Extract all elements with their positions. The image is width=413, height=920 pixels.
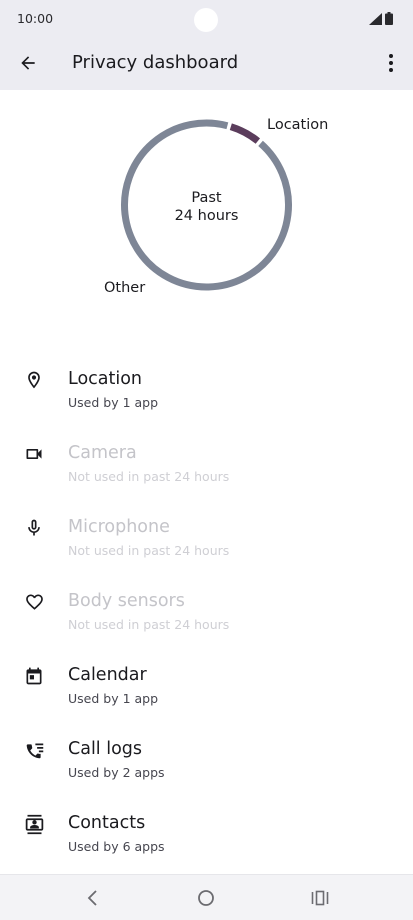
- more-options-button[interactable]: [379, 49, 403, 77]
- nav-back-icon: [87, 890, 97, 906]
- system-nav-bar: [0, 874, 413, 920]
- heart-icon: [22, 590, 46, 614]
- permission-label: Calendar: [68, 665, 147, 685]
- permission-subtitle: Not used in past 24 hours: [68, 469, 230, 484]
- nav-home-icon: [198, 890, 214, 906]
- permission-item-calendar[interactable]: Calendar Used by 1 app: [0, 640, 413, 714]
- permission-item-call-logs[interactable]: Call logs Used by 2 apps: [0, 714, 413, 788]
- status-icons: [369, 12, 393, 25]
- usage-chart: Location Other Past 24 hours: [0, 90, 413, 330]
- permission-label: Location: [68, 369, 143, 389]
- contacts-icon: [22, 812, 46, 836]
- arrow-back-icon: [21, 56, 35, 70]
- chart-center-label-1: Past: [191, 190, 222, 206]
- page-title: Privacy dashboard: [72, 52, 239, 73]
- permission-item-camera[interactable]: Camera Not used in past 24 hours: [0, 418, 413, 492]
- back-button[interactable]: [14, 49, 42, 77]
- permission-subtitle: Not used in past 24 hours: [68, 543, 230, 558]
- permission-subtitle: Used by 1 app: [68, 691, 159, 706]
- usage-donut-chart: Location Other Past 24 hours: [104, 117, 328, 296]
- permission-item-microphone[interactable]: Microphone Not used in past 24 hours: [0, 492, 413, 566]
- battery-icon: [385, 12, 393, 25]
- permission-item-body-sensors[interactable]: Body sensors Not used in past 24 hours: [0, 566, 413, 640]
- calendar-icon: [22, 664, 46, 688]
- permission-subtitle: Used by 1 app: [68, 395, 159, 410]
- status-bar: 10:00: [0, 0, 413, 36]
- donut-slice-location: [229, 123, 261, 144]
- slice-label-location: Location: [267, 117, 328, 133]
- chart-center-label-2: 24 hours: [175, 208, 239, 224]
- permission-subtitle: Used by 2 apps: [68, 765, 165, 780]
- microphone-icon: [22, 516, 46, 540]
- videocam-icon: [22, 442, 46, 466]
- call-log-icon: [22, 738, 46, 762]
- signal-icon: [369, 12, 382, 25]
- permission-label: Camera: [68, 443, 137, 463]
- permission-label: Microphone: [68, 517, 170, 537]
- permission-label: Call logs: [68, 739, 143, 759]
- location-pin-icon: [22, 368, 46, 392]
- permission-subtitle: Used by 6 apps: [68, 839, 165, 854]
- slice-label-other: Other: [104, 280, 145, 296]
- nav-home-button[interactable]: [193, 885, 219, 911]
- nav-recents-button[interactable]: [307, 885, 333, 911]
- camera-cutout: [194, 8, 218, 32]
- permission-label: Contacts: [68, 813, 146, 833]
- nav-recents-icon: [311, 890, 329, 906]
- permission-label: Body sensors: [68, 591, 185, 611]
- more-vert-icon: [389, 54, 393, 72]
- permission-subtitle: Not used in past 24 hours: [68, 617, 230, 632]
- status-time: 10:00: [17, 11, 54, 26]
- nav-back-button[interactable]: [79, 885, 105, 911]
- app-bar: Privacy dashboard: [0, 36, 413, 90]
- permission-item-location[interactable]: Location Used by 1 app: [0, 344, 413, 418]
- permission-item-contacts[interactable]: Contacts Used by 6 apps: [0, 788, 413, 862]
